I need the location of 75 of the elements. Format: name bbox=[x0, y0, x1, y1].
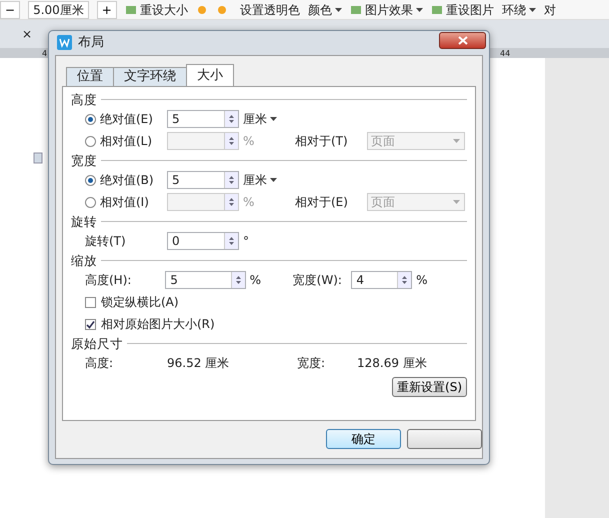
info-value: 96.52 厘米 bbox=[167, 355, 230, 372]
spinner-icon[interactable] bbox=[224, 194, 238, 210]
unit-label: ° bbox=[242, 233, 250, 250]
unit-label: % bbox=[415, 272, 429, 289]
info-value: 128.69 厘米 bbox=[357, 355, 427, 372]
field-label: 旋转(T) bbox=[85, 233, 127, 250]
unit-label: % bbox=[248, 272, 262, 289]
window-title: 布局 bbox=[78, 34, 104, 52]
unit-dropdown[interactable]: 厘米 bbox=[239, 171, 295, 189]
field-label: 宽度(W): bbox=[292, 272, 343, 289]
radio-label: 绝对值(E) bbox=[100, 111, 153, 128]
decrement-button[interactable]: − bbox=[0, 0, 20, 18]
caret-icon bbox=[453, 200, 460, 204]
spinner-icon[interactable] bbox=[397, 272, 412, 288]
caret-icon bbox=[334, 8, 342, 12]
number-field[interactable]: 4 bbox=[351, 271, 412, 289]
checkbox[interactable] bbox=[85, 296, 96, 308]
spinner-icon[interactable] bbox=[224, 172, 238, 188]
unit-dropdown[interactable]: 厘米 bbox=[239, 110, 295, 128]
radio-label: 相对值(I) bbox=[100, 194, 149, 211]
section-title: 原始尺寸 bbox=[71, 335, 123, 352]
color-button[interactable]: 颜色 bbox=[308, 0, 342, 18]
radio-label: 绝对值(B) bbox=[100, 172, 154, 189]
section-title: 缩放 bbox=[71, 252, 97, 269]
section-title: 高度 bbox=[71, 91, 97, 108]
reset-picture-button[interactable]: 重设图片 bbox=[430, 0, 494, 18]
unit-label: % bbox=[242, 194, 256, 211]
spinner-icon[interactable] bbox=[224, 133, 238, 149]
ruler-label: 44 bbox=[500, 48, 510, 60]
field-label: 高度(H): bbox=[85, 272, 132, 289]
caret-icon bbox=[270, 117, 277, 121]
spinner-icon[interactable] bbox=[230, 272, 245, 288]
reset-button[interactable]: 重新设置(S) bbox=[392, 377, 467, 397]
info-label: 高度: bbox=[85, 355, 114, 372]
transparent-color-button[interactable]: 设置透明色 bbox=[240, 0, 300, 18]
info-label: 宽度: bbox=[297, 355, 326, 372]
checkbox-label: 锁定纵横比(A) bbox=[101, 294, 179, 311]
radio-label: 相对值(L) bbox=[100, 133, 152, 150]
tab[interactable]: 大小 bbox=[186, 64, 234, 86]
number-field[interactable]: 5 bbox=[167, 110, 239, 128]
ok-button[interactable]: 确定 bbox=[326, 429, 401, 449]
picture-effects-button[interactable]: 图片效果 bbox=[350, 0, 423, 18]
close-icon bbox=[458, 36, 468, 45]
checkbox[interactable] bbox=[85, 318, 96, 330]
dialog-button[interactable] bbox=[407, 429, 482, 449]
reset-size-button[interactable]: 重设大小 bbox=[124, 0, 188, 18]
number-field[interactable]: 0 bbox=[167, 232, 239, 250]
number-field[interactable] bbox=[167, 132, 239, 150]
tab[interactable]: 位置 bbox=[66, 67, 114, 86]
unit-label: % bbox=[242, 133, 256, 150]
number-field[interactable]: 5 bbox=[165, 271, 246, 289]
size-field[interactable]: 5.00厘米 bbox=[28, 0, 89, 18]
ruler-label: 4 bbox=[42, 48, 48, 60]
field-label: 相对于(E) bbox=[295, 194, 349, 211]
radio-button[interactable] bbox=[85, 174, 96, 186]
section-title: 旋转 bbox=[71, 213, 97, 230]
number-field[interactable]: 5 bbox=[167, 171, 239, 189]
align-button[interactable]: 对 bbox=[544, 0, 556, 18]
number-field[interactable] bbox=[167, 193, 239, 211]
radio-button[interactable] bbox=[85, 114, 96, 124]
close-tab-button[interactable]: × bbox=[22, 25, 32, 43]
caret-icon bbox=[453, 139, 460, 143]
field-label: 相对于(T) bbox=[295, 133, 349, 150]
spinner-icon[interactable] bbox=[224, 111, 238, 127]
caret-icon bbox=[270, 178, 277, 182]
section-title: 宽度 bbox=[71, 152, 97, 169]
close-button[interactable] bbox=[439, 32, 486, 49]
increment-button[interactable]: + bbox=[96, 0, 117, 18]
tab[interactable]: 文字环绕 bbox=[113, 67, 187, 86]
caret-icon bbox=[416, 8, 423, 12]
caret-icon bbox=[528, 8, 536, 12]
wrap-button[interactable]: 环绕 bbox=[502, 0, 536, 18]
app-logo-icon bbox=[57, 33, 72, 53]
checkbox-label: 相对原始图片大小(R) bbox=[101, 316, 215, 333]
spinner-icon[interactable] bbox=[224, 233, 238, 249]
